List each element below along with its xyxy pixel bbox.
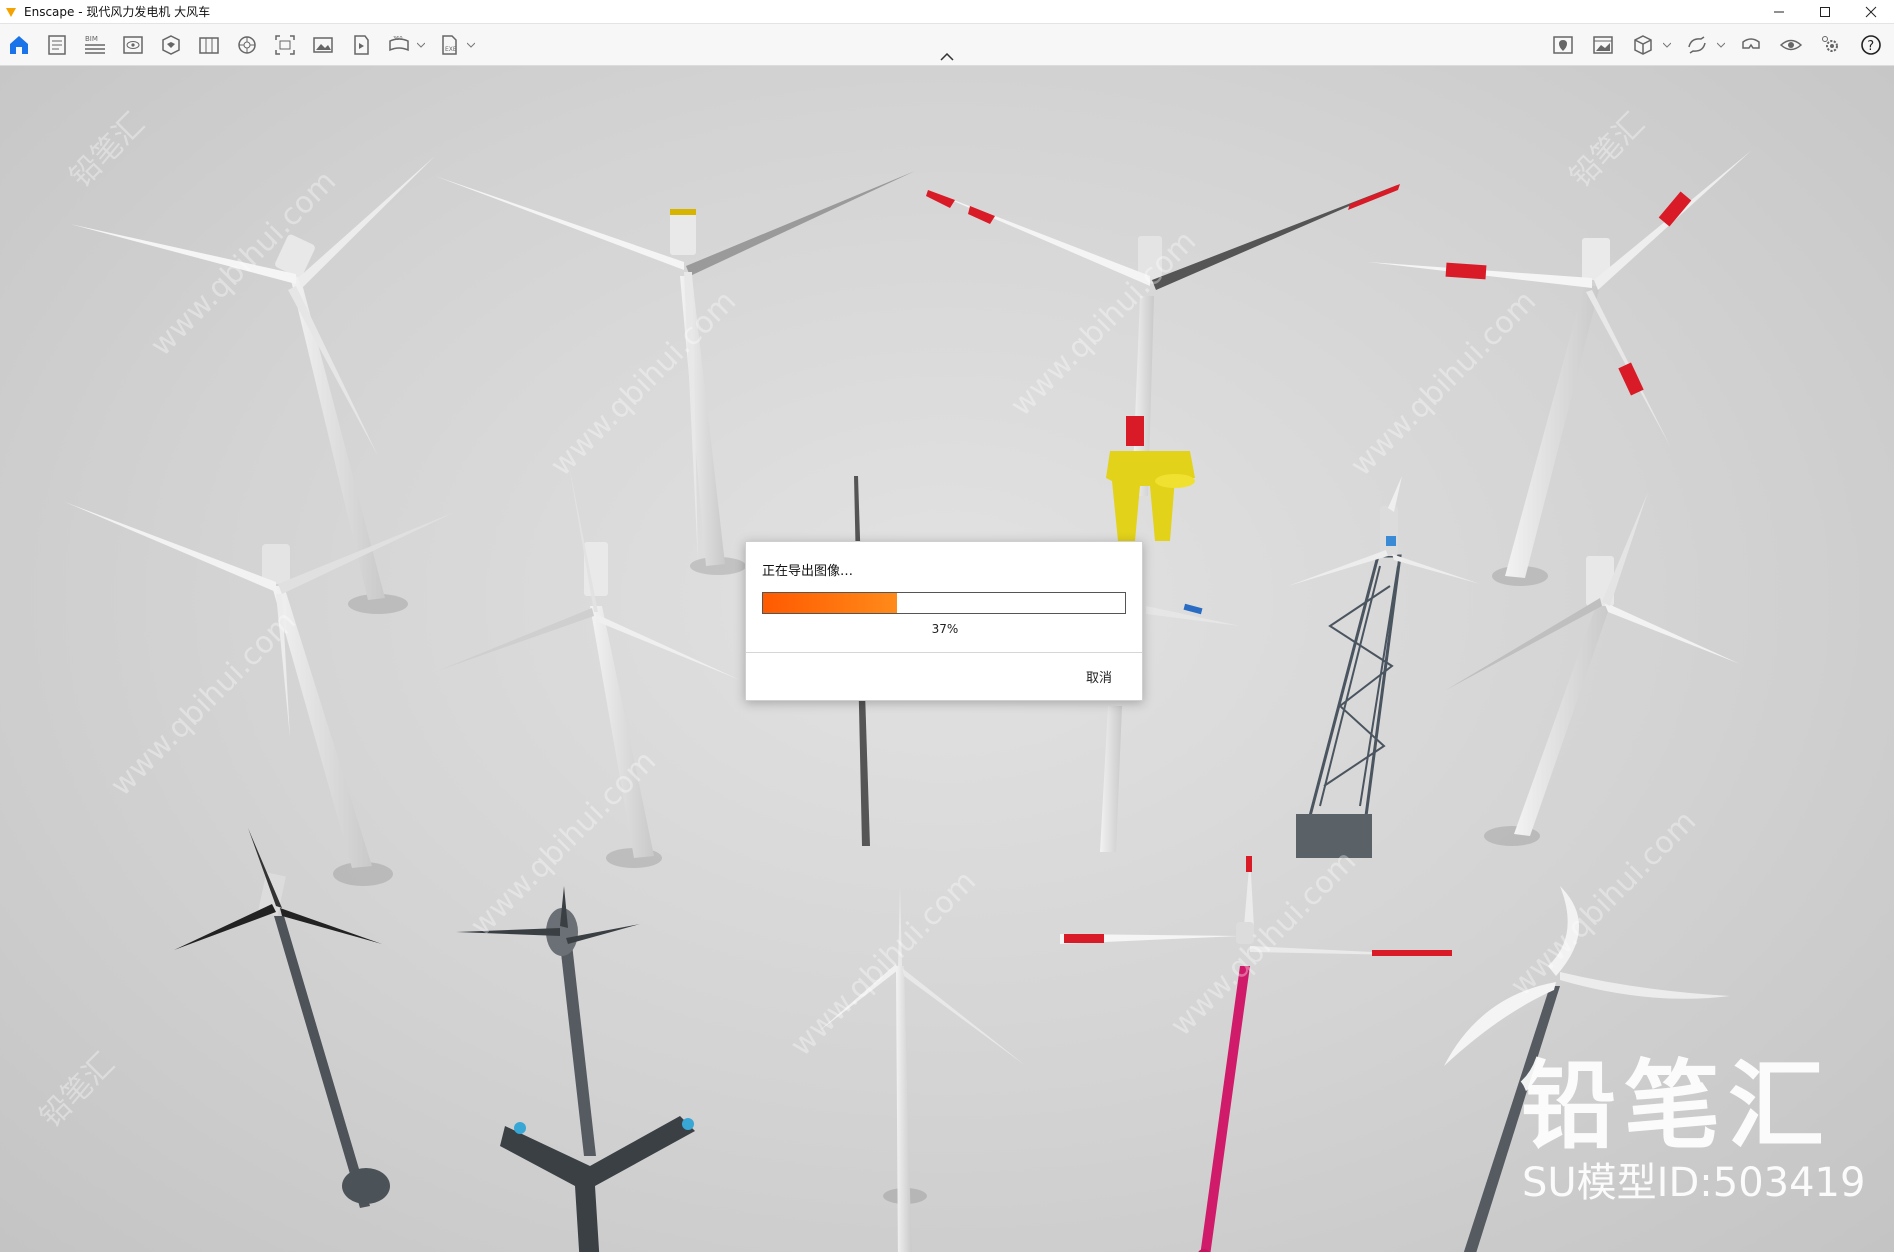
map-icon[interactable] (1548, 30, 1578, 60)
toolbar-right-group: ? (1548, 30, 1886, 60)
video-icon[interactable] (346, 30, 376, 60)
export-dropdown-icon[interactable] (466, 42, 476, 48)
notes-icon[interactable] (42, 30, 72, 60)
settings-icon[interactable] (1816, 30, 1846, 60)
turbine-4 (1368, 150, 1752, 578)
turbine-5 (65, 502, 455, 868)
turbine-12-floating (456, 886, 695, 1252)
sync-icon[interactable] (1682, 30, 1712, 60)
asset-library-icon[interactable] (156, 30, 186, 60)
minimize-icon[interactable] (1756, 0, 1802, 24)
eye-icon[interactable] (1776, 30, 1806, 60)
export-progress-dialog: 正在导出图像… 37% 取消 (745, 541, 1143, 701)
collapse-toolbar-icon[interactable] (937, 50, 957, 64)
dialog-title: 正在导出图像… (762, 564, 854, 579)
toolbar-left-group: BIM 360 EXE (4, 30, 476, 60)
atmosphere-icon[interactable] (232, 30, 262, 60)
window-controls (1756, 0, 1894, 24)
help-icon[interactable]: ? (1856, 30, 1886, 60)
vr-icon[interactable] (1736, 30, 1766, 60)
progress-fill (763, 593, 897, 613)
materials-icon[interactable] (194, 30, 224, 60)
panorama-icon[interactable]: 360 (384, 30, 414, 60)
bim-icon[interactable]: BIM (80, 30, 110, 60)
sync-dropdown-icon[interactable] (1716, 42, 1726, 48)
title-bar: Enscape - 现代风力发电机 大风车 (0, 0, 1894, 24)
turbine-14-pink (1060, 856, 1455, 1252)
cube-icon[interactable] (1628, 30, 1658, 60)
window-title: Enscape - 现代风力发电机 大风车 (24, 5, 211, 19)
watermark-logo: 铅笔汇 (1520, 1050, 1832, 1162)
cancel-button[interactable]: 取消 (1086, 667, 1112, 686)
close-icon[interactable] (1848, 0, 1894, 24)
svg-text:EXE: EXE (445, 46, 457, 53)
enscape-logo-icon (4, 5, 18, 19)
maximize-icon[interactable] (1802, 0, 1848, 24)
turbine-10 (1446, 492, 1740, 836)
image-icon[interactable] (308, 30, 338, 60)
turbine-1 (70, 156, 435, 600)
progress-percent: 37% (931, 622, 959, 636)
dialog-divider (746, 652, 1142, 653)
watermark-model-id: SU模型ID:503419 (1522, 1160, 1866, 1206)
view-icon[interactable] (118, 30, 148, 60)
export-progress-bar (762, 592, 1126, 614)
cube-dropdown-icon[interactable] (1662, 42, 1672, 48)
turbine-9-lattice (1288, 476, 1480, 858)
export-icon[interactable]: EXE (434, 30, 464, 60)
gallery-icon[interactable] (1588, 30, 1618, 60)
screenshot-icon[interactable] (270, 30, 300, 60)
home-icon[interactable] (4, 30, 34, 60)
panorama-dropdown-icon[interactable] (416, 42, 426, 48)
svg-text:360: 360 (393, 36, 403, 42)
bim-label: BIM (85, 35, 98, 43)
svg-text:?: ? (1867, 39, 1874, 54)
